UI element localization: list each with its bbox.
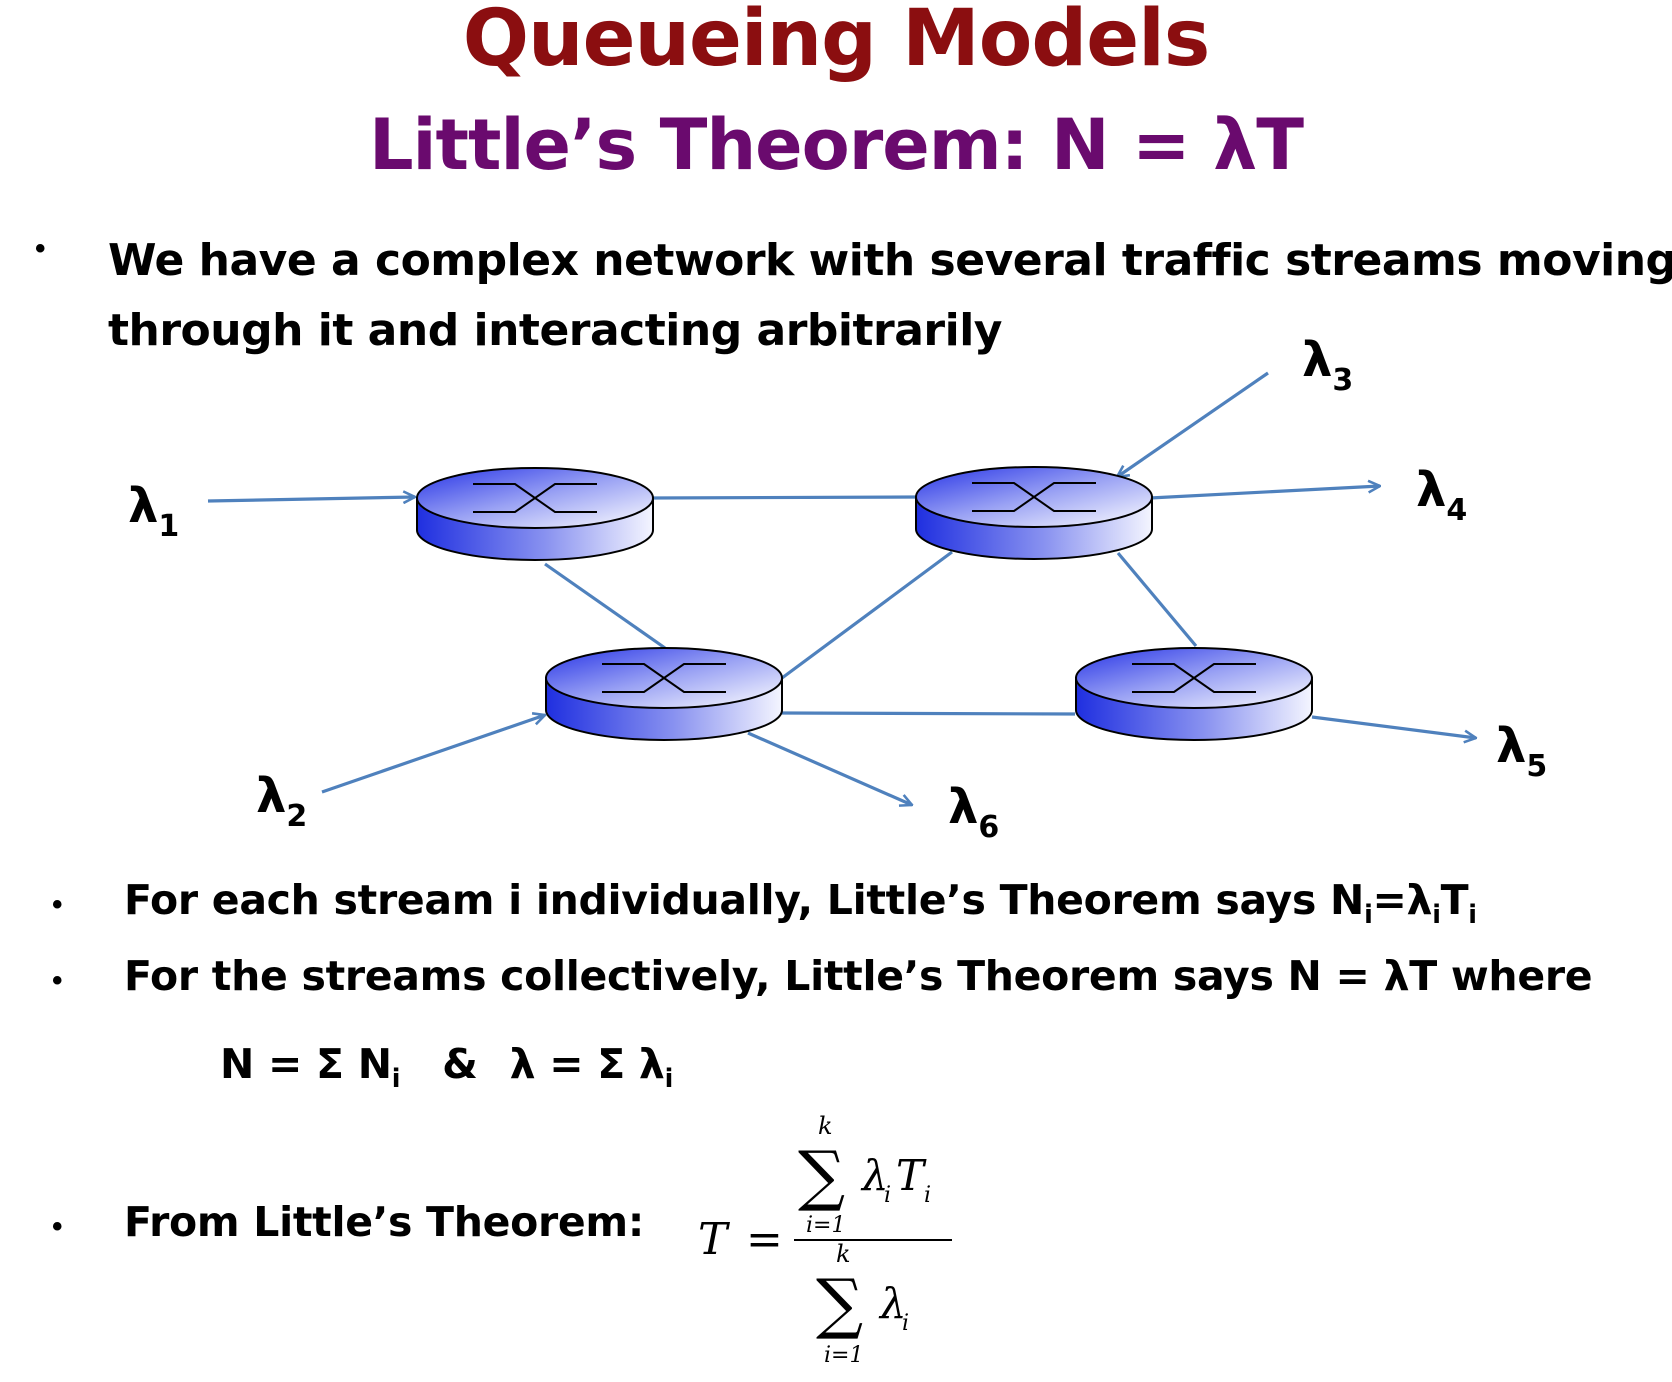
num-i1: i=1 [806,1213,845,1238]
sum-N: N = Σ N [220,1040,392,1088]
sums-line: N = Σ Ni & λ = Σ λi [220,1040,673,1091]
den-sub-i: i [902,1311,909,1336]
num-T-sub-i: i [924,1183,931,1208]
arrow-lambda-1 [207,497,415,501]
link-r1-r2 [651,495,919,500]
num-T: T [896,1151,927,1200]
sub-i: i [391,1062,401,1093]
sub-i: i [1432,898,1441,929]
num-sub-i: i [884,1183,891,1208]
formula-T: T = k ∑ i=1 λ i T i k ∑ i=1 λ i [698,1112,952,1368]
bullet-2-eq: =λ [1372,876,1433,924]
arrow-lambda-2 [321,715,545,794]
bullet-2-T: T [1440,876,1469,924]
label-lambda-3: λ3 [1302,332,1353,398]
formula-lhs: T [698,1214,731,1265]
bullet-icon: • [52,964,63,997]
bullet-3-text: For the streams collectively, Little’s T… [124,952,1593,1000]
sub-i: i [1468,898,1477,929]
label-lambda-2: λ2 [256,768,307,834]
arrow-lambda-4 [1149,486,1380,500]
bullet-icon: • [52,888,63,921]
bullet-2-label: For each stream i individually, Little’s… [124,876,1365,924]
label-lambda-1: λ1 [128,478,179,544]
den-i1: i=1 [824,1343,863,1368]
den-sigma: ∑ [816,1265,863,1342]
sub-i: i [664,1062,674,1093]
stream-arrows [207,371,1476,805]
bullet-2-text: For each stream i individually, Little’s… [124,876,1477,927]
link-r3-r2 [781,550,953,680]
router-icon [915,466,1153,560]
router-icon [1075,647,1313,741]
router-icon [416,467,654,561]
num-sigma: ∑ [798,1137,845,1214]
bullet-icon: • [52,1210,63,1243]
label-lambda-6: λ6 [948,779,999,845]
ampersand: & [442,1040,478,1088]
formula-equals: = [746,1214,783,1265]
bullet-4-text: From Little’s Theorem: [124,1198,644,1246]
sum-lambda: λ = Σ λ [509,1040,665,1088]
label-lambda-5: λ5 [1496,718,1547,784]
arrow-lambda-6 [747,731,912,805]
arrow-lambda-5 [1311,715,1476,738]
arrow-lambda-3 [1117,371,1269,477]
den-k: k [836,1240,851,1268]
label-lambda-4: λ4 [1416,462,1467,528]
router-icon [545,647,783,741]
num-k: k [818,1112,833,1140]
link-r3-r4 [781,711,1076,716]
link-r2-r4 [1116,551,1198,648]
sub-i: i [1364,898,1373,929]
link-r1-r3 [544,562,666,650]
